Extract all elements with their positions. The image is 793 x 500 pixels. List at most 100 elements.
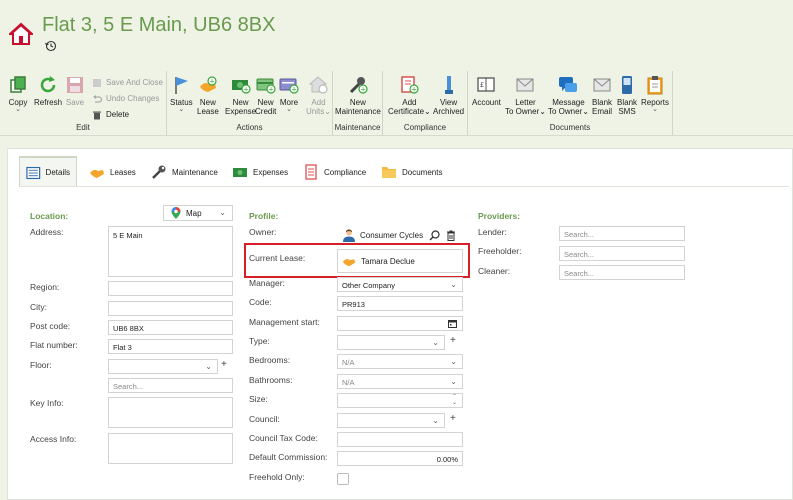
- region-input[interactable]: [108, 281, 233, 296]
- stepper-arrows-icon[interactable]: ⌃ ⌄: [452, 394, 457, 406]
- current-lease-tenant: Tamara Declue: [361, 256, 415, 266]
- key-info-input[interactable]: [108, 397, 233, 428]
- freeholder-search-input[interactable]: Search...: [559, 246, 685, 261]
- map-pin-icon: [171, 207, 181, 219]
- add-units-button[interactable]: Add Units⌄: [306, 75, 331, 116]
- copy-button[interactable]: Copy ⌄: [8, 75, 28, 113]
- view-archived-label-1: View: [439, 98, 458, 107]
- new-lease-label-2: Lease: [197, 107, 219, 116]
- region-label: Region:: [30, 282, 60, 292]
- calendar-icon[interactable]: [448, 319, 457, 328]
- more-button[interactable]: + More ⌄: [279, 75, 299, 113]
- delete-button[interactable]: Delete: [92, 110, 129, 120]
- current-lease-field[interactable]: Tamara Declue: [337, 249, 463, 273]
- freehold-only-checkbox[interactable]: [337, 473, 349, 485]
- save-and-close-button[interactable]: Save And Close: [92, 78, 163, 88]
- account-ledger-icon: £: [477, 77, 496, 92]
- save-label: Save: [65, 98, 85, 107]
- new-maintenance-button[interactable]: + New Maintenance: [335, 75, 381, 116]
- status-button[interactable]: Status ⌄: [170, 75, 193, 113]
- type-select[interactable]: ⌄: [337, 335, 445, 350]
- tab-expenses[interactable]: Expenses: [226, 157, 294, 187]
- map-button-label: Map: [186, 208, 202, 218]
- access-info-input[interactable]: [108, 433, 233, 464]
- flat-number-input[interactable]: Flat 3: [108, 339, 233, 354]
- council-select[interactable]: ⌄: [337, 413, 445, 428]
- ribbon-group-documents: £ Account Letter To Owner⌄ Message To Ow…: [468, 71, 673, 135]
- letter-to-owner-button[interactable]: Letter To Owner⌄: [505, 75, 546, 116]
- default-commission-input[interactable]: 0.00%: [337, 451, 463, 466]
- tab-documents[interactable]: Documents: [375, 157, 448, 187]
- chevron-down-icon: ⌄: [205, 362, 212, 371]
- tab-maintenance[interactable]: Maintenance: [145, 157, 224, 187]
- expense-money-icon: +: [231, 80, 251, 94]
- undo-changes-button[interactable]: Undo Changes: [92, 94, 159, 104]
- cleaner-search-input[interactable]: Search...: [559, 265, 685, 280]
- tab-expenses-label: Expenses: [253, 167, 289, 177]
- manager-label: Manager:: [249, 278, 285, 288]
- chevron-down-icon: ⌄: [432, 416, 439, 425]
- more-icon: +: [279, 78, 299, 94]
- message-to-owner-button[interactable]: Message To Owner⌄: [548, 75, 589, 116]
- type-label: Type:: [249, 336, 270, 346]
- tab-compliance[interactable]: Compliance: [297, 157, 372, 187]
- refresh-button[interactable]: Refresh: [34, 75, 62, 107]
- add-type-button[interactable]: +: [450, 335, 456, 346]
- view-archived-button[interactable]: View Archived: [433, 75, 464, 116]
- add-floor-button[interactable]: +: [221, 359, 227, 370]
- address-label: Address:: [30, 227, 64, 237]
- letter-to-owner-label-1: Letter: [515, 98, 536, 107]
- new-expense-button[interactable]: + New Expense: [225, 75, 256, 116]
- council-tax-code-label: Council Tax Code:: [249, 433, 318, 443]
- tab-leases[interactable]: Leases: [83, 157, 142, 187]
- add-certificate-button[interactable]: + Add Certificate⌄: [388, 75, 431, 116]
- new-expense-label-1: New: [232, 98, 249, 107]
- bedrooms-select[interactable]: N/A ⌄: [337, 354, 463, 369]
- flat-number-label: Flat number:: [30, 340, 78, 350]
- address-input[interactable]: 5 E Main: [108, 226, 233, 277]
- ribbon-group-label-compliance: Compliance: [403, 123, 447, 132]
- owner-field[interactable]: Consumer Cycles: [338, 226, 462, 244]
- blank-email-button[interactable]: Blank Email: [592, 75, 612, 116]
- add-council-button[interactable]: +: [450, 413, 456, 424]
- refresh-icon: [40, 76, 56, 93]
- manager-select[interactable]: Other Company ⌄: [337, 277, 463, 292]
- tab-details[interactable]: Details: [19, 157, 77, 187]
- clipboard-icon: [647, 76, 663, 95]
- chevron-down-icon: ⌄: [15, 106, 21, 113]
- ribbon-group-label-edit: Edit: [76, 123, 90, 132]
- blank-sms-button[interactable]: Blank SMS: [617, 75, 637, 116]
- floor-search-input[interactable]: Search...: [108, 378, 233, 393]
- add-certificate-label-2: Certificate: [388, 107, 425, 116]
- management-start-label: Management start:: [249, 317, 320, 327]
- save-button[interactable]: Save: [65, 75, 85, 107]
- details-list-icon: [26, 166, 41, 179]
- map-button[interactable]: Map ⌄: [163, 205, 233, 221]
- code-input[interactable]: PR913: [337, 296, 463, 311]
- svg-text:+: +: [291, 85, 297, 93]
- tab-leases-label: Leases: [110, 167, 136, 177]
- size-stepper[interactable]: ⌃ ⌄: [337, 393, 463, 408]
- avatar-icon: [343, 229, 355, 242]
- ribbon-group-label-actions: Actions: [236, 123, 263, 132]
- floor-select[interactable]: ⌄: [108, 359, 218, 374]
- new-lease-button[interactable]: + New Lease: [197, 75, 219, 116]
- chevron-down-icon: ⌄: [219, 208, 226, 217]
- lender-search-input[interactable]: Search...: [559, 226, 685, 241]
- message-to-owner-label-1: Message: [552, 98, 585, 107]
- bathrooms-select[interactable]: N/A ⌄: [337, 374, 463, 389]
- council-tax-code-input[interactable]: [337, 432, 463, 447]
- account-button[interactable]: £ Account: [472, 75, 501, 107]
- envelope-icon: [516, 78, 534, 92]
- new-credit-button[interactable]: + New Credit: [255, 75, 276, 116]
- city-input[interactable]: [108, 301, 233, 316]
- search-icon[interactable]: [429, 230, 440, 241]
- history-icon[interactable]: [45, 40, 57, 52]
- save-close-icon: [93, 79, 101, 87]
- reports-button[interactable]: Reports ⌄: [641, 75, 669, 113]
- archive-icon: [444, 76, 453, 94]
- trash-icon[interactable]: [446, 230, 456, 241]
- management-start-input[interactable]: [337, 316, 463, 331]
- postcode-input[interactable]: UB6 8BX: [108, 320, 233, 335]
- new-credit-label-1: New: [257, 98, 274, 107]
